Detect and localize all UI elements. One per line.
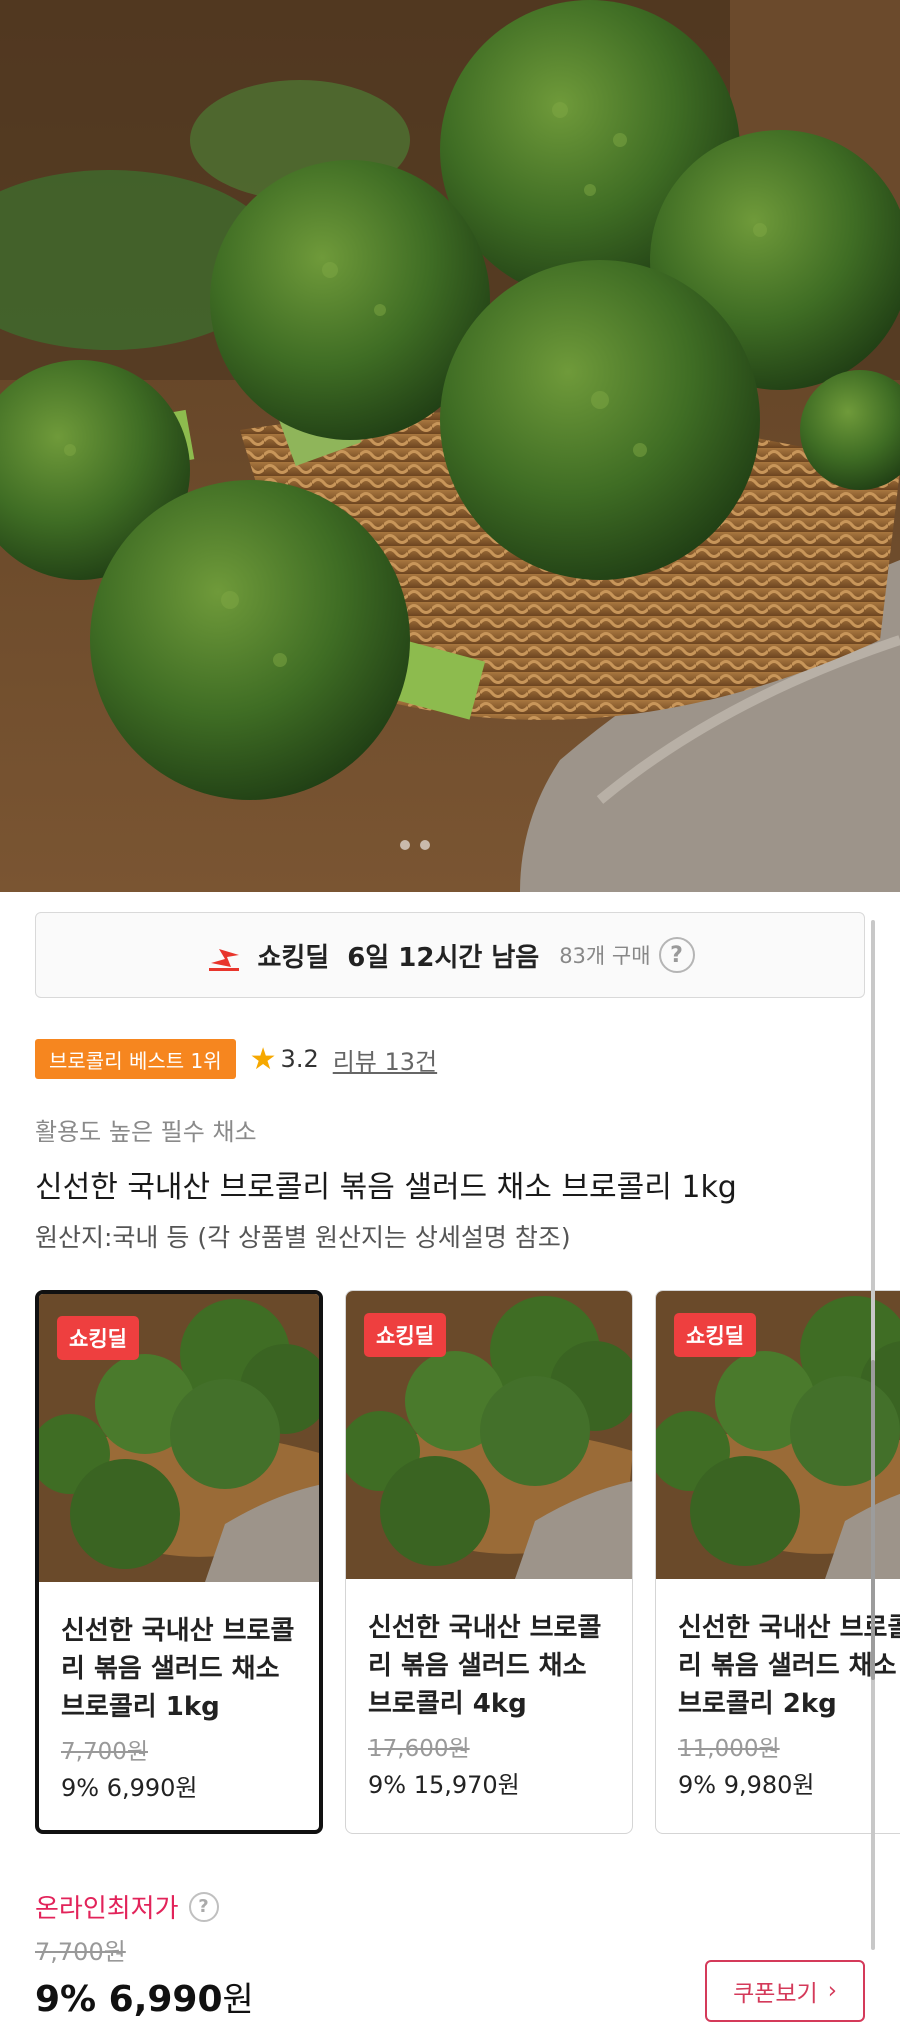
coupon-view-button[interactable]: 쿠폰보기 › xyxy=(705,1960,865,2022)
option-badge: 쇼킹딜 xyxy=(57,1316,139,1360)
option-price: 9% 6,990원 xyxy=(61,1774,198,1802)
scrollbar[interactable] xyxy=(871,920,875,1950)
star-icon: ★ xyxy=(249,1041,277,1077)
product-origin: 원산지:국내 등 (각 상품별 원산지는 상세설명 참조) xyxy=(35,1223,571,1252)
deal-title: 쇼킹딜 xyxy=(257,942,330,973)
lowest-price-text: 온라인최저가 xyxy=(35,1894,179,1924)
option-badge: 쇼킹딜 xyxy=(364,1313,446,1357)
discount-price-value: 9% 6,990 xyxy=(35,1979,223,2020)
broccoli-photo xyxy=(0,0,900,892)
discount-price: 9% 6,990원 xyxy=(35,1972,254,2021)
option-title: 신선한 국내산 브로콜리 볶음 샐러드 채소 브로콜리 1kg xyxy=(61,1616,295,1722)
product-title: 신선한 국내산 브로콜리 볶음 샐러드 채소 브로콜리 1kg xyxy=(35,1170,737,1205)
option-price: 9% 15,970원 xyxy=(368,1771,520,1799)
option-original-price: 11,000원 xyxy=(678,1736,780,1762)
option-card[interactable]: 쇼킹딜 신선한 국내산 브로콜리 볶음 샐러드 채소 브로콜리 1kg 7,70… xyxy=(35,1290,323,1834)
option-title: 신선한 국내산 브로콜리 볶음 샐러드 채소 브로콜리 4kg xyxy=(368,1613,602,1719)
deal-remaining-time: 6일 12시간 남음 xyxy=(347,942,540,973)
currency-unit: 원 xyxy=(222,1980,254,2020)
purchase-count: 83개 구매 xyxy=(559,944,651,968)
option-card[interactable]: 쇼킹딜 신선한 국내산 브로콜리 볶음 샐러드 채소 브로콜리 2kg 11,0… xyxy=(655,1290,900,1834)
shocking-deal-banner[interactable]: 쇼킹딜 6일 12시간 남음 83개 구매 ? xyxy=(35,912,865,998)
shocking-deal-icon xyxy=(209,949,240,971)
option-card[interactable]: 쇼킹딜 신선한 국내산 브로콜리 볶음 샐러드 채소 브로콜리 4kg 17,6… xyxy=(345,1290,633,1834)
rating-value: 3.2 xyxy=(280,1045,319,1073)
original-price: 7,700원 xyxy=(35,1938,126,1966)
option-carousel[interactable]: 쇼킹딜 신선한 국내산 브로콜리 볶음 샐러드 채소 브로콜리 1kg 7,70… xyxy=(35,1290,900,1835)
chevron-right-icon: › xyxy=(827,1978,837,2004)
product-hero-image xyxy=(0,0,900,892)
coupon-button-label: 쿠폰보기 xyxy=(733,1981,818,2007)
review-link[interactable]: 리뷰 13건 xyxy=(333,1042,437,1077)
help-icon[interactable]: ? xyxy=(658,937,695,973)
option-badge: 쇼킹딜 xyxy=(674,1313,756,1357)
option-original-price: 7,700원 xyxy=(61,1739,149,1765)
lowest-price-label: 온라인최저가 ? xyxy=(35,1888,219,1925)
badge-row: 브로콜리 베스트 1위 ★ 3.2 리뷰 13건 xyxy=(35,1038,437,1080)
best-rank-badge: 브로콜리 베스트 1위 xyxy=(35,1039,236,1079)
scrollbar-thumb[interactable] xyxy=(871,1360,875,1680)
option-title: 신선한 국내산 브로콜리 볶음 샐러드 채소 브로콜리 2kg xyxy=(678,1613,900,1719)
option-price: 9% 9,980원 xyxy=(678,1771,815,1799)
help-icon[interactable]: ? xyxy=(188,1891,219,1922)
option-original-price: 17,600원 xyxy=(368,1736,470,1762)
product-subtitle: 활용도 높은 필수 채소 xyxy=(35,1118,257,1146)
